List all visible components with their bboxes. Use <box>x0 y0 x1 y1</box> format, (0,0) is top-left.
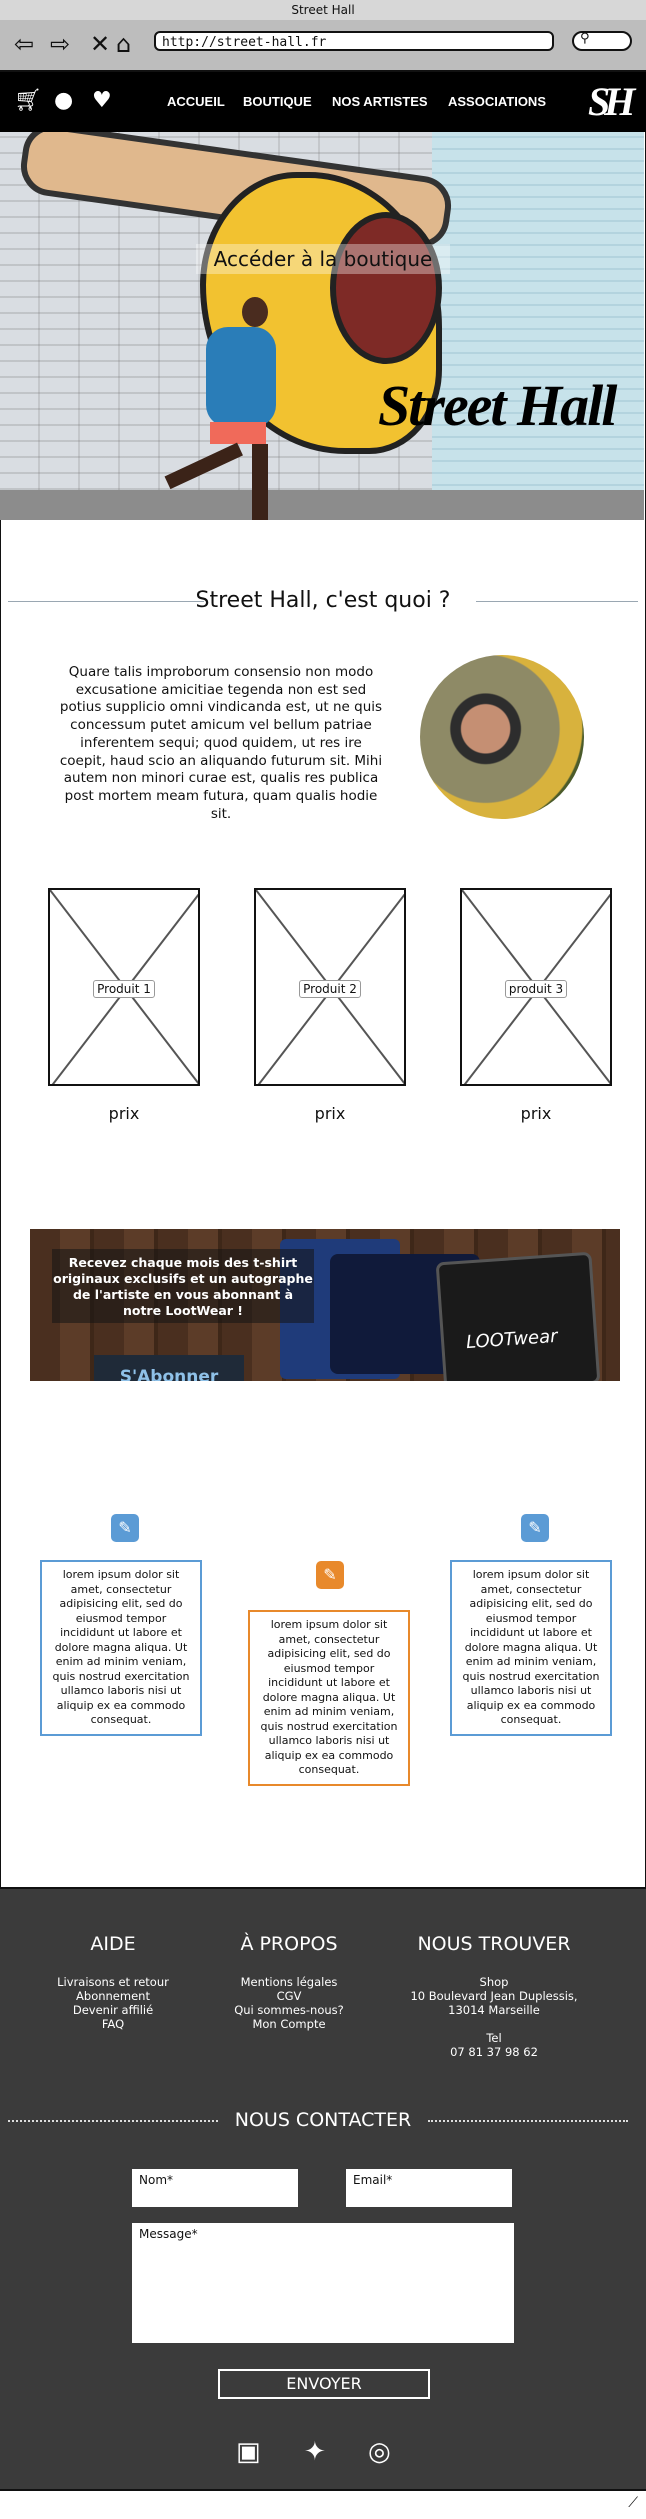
product-card-1[interactable]: Produit 1 <box>48 888 200 1086</box>
cart-icon[interactable]: 🛒︎ <box>14 88 42 113</box>
footer-address: Shop 10 Boulevard Jean Duplessis, 13014 … <box>398 1975 590 2059</box>
nav-link-nos-artistes[interactable]: NOS ARTISTES <box>332 94 428 109</box>
footer-link[interactable]: Livraisons et retour <box>40 1975 186 1989</box>
phone-number: 07 81 37 98 62 <box>450 2045 538 2059</box>
footer-apropos-links: Mentions légales CGV Qui sommes-nous? Mo… <box>216 1975 362 2031</box>
heart-icon[interactable]: ♥ <box>92 88 112 113</box>
back-arrow-icon[interactable]: ⇦ <box>14 32 34 56</box>
browser-statusbar: ⟋ <box>0 2489 646 2519</box>
url-bar[interactable]: http://street-hall.fr <box>154 31 554 51</box>
site-nav: 🛒︎ ● ♥ ACCUEIL BOUTIQUE NOS ARTISTES ASS… <box>0 72 646 132</box>
window-title: Street Hall <box>0 0 646 21</box>
product-card-2[interactable]: Produit 2 <box>254 888 406 1086</box>
message-field[interactable]: Message* <box>132 2223 514 2343</box>
address-line: 13014 Marseille <box>448 2003 540 2017</box>
hero-banner: Accéder à la boutique Street Hall <box>0 132 644 520</box>
hero-runner-body <box>206 327 276 427</box>
nav-link-associations[interactable]: ASSOCIATIONS <box>448 94 546 109</box>
browser-toolbar: ⇦ ⇨ ✕ ⌂ http://street-hall.fr ⚲ <box>0 20 646 72</box>
footer-link[interactable]: Qui sommes-nous? <box>216 2003 362 2017</box>
banner-box <box>435 1251 601 1381</box>
hero-runner-head <box>242 297 268 327</box>
email-field[interactable]: Email* <box>346 2169 512 2207</box>
footer-aide-links: Livraisons et retour Abonnement Devenir … <box>40 1975 186 2031</box>
footer-link[interactable]: Mentions légales <box>216 1975 362 1989</box>
name-field[interactable]: Nom* <box>132 2169 298 2207</box>
artist-photo <box>420 655 584 819</box>
product-name: Produit 2 <box>299 980 361 998</box>
logo[interactable]: SH <box>588 78 635 125</box>
footer-link[interactable]: Abonnement <box>40 1989 186 2003</box>
footer-link[interactable]: Mon Compte <box>216 2017 362 2031</box>
resize-handle-icon[interactable]: ⟋ <box>628 2495 638 2511</box>
footer-apropos-title: À PROPOS <box>240 1933 338 1955</box>
product-name: Produit 1 <box>93 980 155 998</box>
product-price: prix <box>314 1104 346 1123</box>
forward-arrow-icon[interactable]: ⇨ <box>50 32 70 56</box>
edit-icon[interactable]: ✎ <box>316 1561 344 1589</box>
close-icon[interactable]: ✕ <box>90 32 110 56</box>
hero-shutter <box>432 132 644 520</box>
send-button[interactable]: ENVOYER <box>218 2369 430 2399</box>
site-footer: AIDE Livraisons et retour Abonnement Dev… <box>0 1887 646 2491</box>
contact-title: NOUS CONTACTER <box>234 2109 412 2131</box>
subscription-banner: LOOTwear Recevez chaque mois des t-shirt… <box>30 1229 620 1381</box>
address-line: 10 Boulevard Jean Duplessis, <box>410 1989 578 2003</box>
footer-link[interactable]: CGV <box>216 1989 362 2003</box>
user-icon[interactable]: ● <box>54 88 73 113</box>
product-price: prix <box>520 1104 552 1123</box>
instagram-icon[interactable]: ◎ <box>368 2437 391 2467</box>
hero-mural-dark <box>330 212 442 364</box>
banner-message: Recevez chaque mois des t-shirt originau… <box>53 1255 313 1318</box>
hero-shop-link[interactable]: Accéder à la boutique <box>196 244 450 274</box>
footer-link[interactable]: Devenir affilié <box>40 2003 186 2017</box>
hero-ground <box>0 490 644 520</box>
info-card-2: lorem ipsum dolor sit amet, consectetur … <box>248 1610 410 1786</box>
footer-trouver-title: NOUS TROUVER <box>417 1933 571 1955</box>
subscribe-button[interactable]: S'Abonner <box>94 1355 244 1381</box>
product-name: produit 3 <box>504 980 568 998</box>
about-title: Street Hall, c'est quoi ? <box>195 588 451 613</box>
facebook-icon[interactable]: ▣ <box>236 2437 261 2467</box>
about-text: Quare talis improborum consensio non mod… <box>59 664 383 822</box>
edit-icon[interactable]: ✎ <box>521 1514 549 1542</box>
product-card-3[interactable]: produit 3 <box>460 888 612 1086</box>
twitter-icon[interactable]: ✦ <box>304 2437 326 2467</box>
hero-runner-leg <box>252 444 268 520</box>
browser-search-input[interactable]: ⚲ <box>572 31 632 51</box>
footer-link[interactable]: FAQ <box>40 2017 186 2031</box>
product-price: prix <box>108 1104 140 1123</box>
nav-link-boutique[interactable]: BOUTIQUE <box>243 94 312 109</box>
hero-runner-skirt <box>210 422 266 444</box>
info-card-3: lorem ipsum dolor sit amet, consectetur … <box>450 1560 612 1736</box>
info-card-1: lorem ipsum dolor sit amet, consectetur … <box>40 1560 202 1736</box>
edit-icon[interactable]: ✎ <box>111 1514 139 1542</box>
hero-wordmark: Street Hall <box>378 373 617 438</box>
home-icon[interactable]: ⌂ <box>116 32 131 56</box>
nav-link-accueil[interactable]: ACCUEIL <box>167 94 225 109</box>
address-line: Shop <box>479 1975 509 1989</box>
phone-label: Tel <box>486 2031 502 2045</box>
footer-aide-title: AIDE <box>90 1933 136 1955</box>
search-icon: ⚲ <box>580 31 590 46</box>
